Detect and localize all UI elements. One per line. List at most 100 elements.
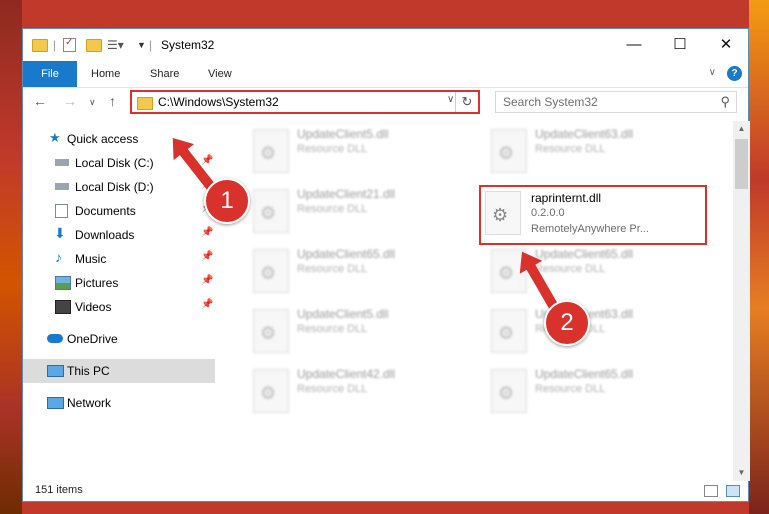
maximize-button[interactable]: ☐	[657, 29, 703, 61]
file-version: 0.2.0.0	[531, 207, 565, 219]
desktop-background-left	[0, 0, 22, 514]
file-type: Resource DLL	[297, 383, 368, 395]
address-dropdown-icon[interactable]: ∨	[447, 94, 454, 105]
nav-label: Music	[75, 252, 107, 266]
address-bar[interactable]: C:\Windows\System32 ∨ ↻	[130, 90, 480, 114]
file-list: ⚙ UpdateClient5.dll Resource DLL ⚙ Updat…	[217, 121, 733, 477]
tab-share[interactable]: Share	[150, 61, 179, 87]
pin-icon[interactable]: 📌	[201, 155, 213, 166]
ribbon-tabs: File Home Share View ∨ ?	[23, 61, 748, 88]
details-view-icon[interactable]	[704, 485, 718, 497]
expand-ribbon-icon[interactable]: ∨	[709, 67, 716, 78]
dll-file-icon: ⚙	[491, 129, 527, 173]
nav-label: Local Disk (C:)	[75, 156, 154, 170]
status-bar: 151 items	[23, 481, 748, 503]
up-arrow-icon[interactable]: ↑	[109, 93, 116, 109]
nav-downloads[interactable]: ⬇ Downloads 📌	[23, 223, 215, 247]
help-icon[interactable]: ?	[727, 66, 742, 81]
dll-file-icon: ⚙	[253, 189, 289, 233]
nav-label: Downloads	[75, 228, 135, 242]
tab-home[interactable]: Home	[91, 61, 120, 87]
navigation-pane: ★ Quick access Local Disk (C:) 📌 Local D…	[23, 121, 215, 481]
drive-icon	[55, 183, 69, 190]
vertical-scrollbar[interactable]: ▲ ▼	[733, 121, 750, 481]
pin-icon[interactable]: 📌	[201, 275, 213, 286]
search-input[interactable]: Search System32	[503, 95, 598, 109]
nav-pictures[interactable]: Pictures 📌	[23, 271, 215, 295]
drive-icon	[55, 159, 69, 166]
navigation-bar: ← → ∨ ↑ C:\Windows\System32 ∨ ↻ Search S…	[23, 88, 748, 118]
file-type: Resource DLL	[297, 263, 368, 275]
nav-label: This PC	[67, 364, 110, 378]
nav-onedrive[interactable]: OneDrive	[23, 327, 215, 351]
nav-documents[interactable]: Documents 📌	[23, 199, 215, 223]
nav-label: Local Disk (D:)	[75, 180, 154, 194]
tab-view[interactable]: View	[208, 61, 232, 87]
back-arrow-icon[interactable]: ←	[33, 93, 47, 109]
file-type: Resource DLL	[535, 383, 606, 395]
onedrive-cloud-icon	[47, 334, 63, 343]
file-item[interactable]: ⚙ UpdateClient42.dll Resource DLL	[245, 363, 465, 419]
forward-arrow-icon[interactable]: →	[63, 93, 77, 109]
address-path[interactable]: C:\Windows\System32	[158, 95, 279, 109]
title-bar: | ✓ ☰▾ ▼ | System32 — ☐ ✕	[23, 29, 748, 61]
file-item[interactable]: ⚙ UpdateClient65.dll Resource DLL	[245, 243, 465, 299]
step-badge-1: 1	[204, 178, 250, 224]
customize-qa-icon[interactable]: ☰▾	[107, 37, 124, 53]
file-name: raprinternt.dll	[531, 191, 602, 205]
file-name: UpdateClient21.dll	[297, 187, 396, 201]
dll-file-icon: ⚙	[253, 129, 289, 173]
pin-icon[interactable]: 📌	[201, 299, 213, 310]
file-item[interactable]: ⚙ UpdateClient63.dll Resource DLL	[483, 123, 703, 179]
file-name: UpdateClient42.dll	[297, 367, 396, 381]
qa-dropdown-icon[interactable]: ▼	[137, 37, 146, 53]
nav-label: OneDrive	[67, 332, 118, 346]
file-type: Resource DLL	[297, 203, 368, 215]
nav-label: Network	[67, 396, 112, 410]
nav-network[interactable]: Network	[23, 391, 215, 415]
network-icon	[47, 397, 64, 409]
step-badge-2: 2	[544, 300, 590, 346]
search-icon[interactable]: ⚲	[720, 94, 730, 110]
scroll-thumb[interactable]	[735, 139, 748, 189]
scroll-down-icon[interactable]: ▼	[733, 465, 750, 481]
nav-label: Pictures	[75, 276, 119, 290]
videos-icon	[55, 300, 71, 314]
file-item[interactable]: ⚙ UpdateClient65.dll Resource DLL	[483, 363, 703, 419]
close-button[interactable]: ✕	[703, 29, 749, 61]
file-item[interactable]: ⚙ UpdateClient5.dll Resource DLL	[245, 123, 465, 179]
dll-file-icon: ⚙	[491, 369, 527, 413]
documents-icon	[55, 204, 68, 218]
qa-separator: |	[53, 38, 57, 52]
file-item[interactable]: ⚙ UpdateClient65.dll Resource DLL	[483, 243, 703, 299]
refresh-icon[interactable]: ↻	[455, 92, 478, 112]
dll-file-icon: ⚙	[491, 309, 527, 353]
downloads-icon: ⬇	[54, 225, 66, 241]
properties-icon[interactable]: ✓	[63, 37, 76, 53]
scroll-up-icon[interactable]: ▲	[733, 121, 750, 137]
new-folder-icon[interactable]	[86, 37, 102, 53]
search-box[interactable]: Search System32 ⚲	[495, 91, 737, 113]
large-icons-view-icon[interactable]	[726, 485, 740, 497]
file-item[interactable]: ⚙ UpdateClient5.dll Resource DLL	[245, 303, 465, 359]
file-item[interactable]: ⚙ UpdateClient63.dll Resource DLL	[483, 303, 703, 359]
window-folder-icon	[32, 37, 48, 53]
music-icon: ♪	[55, 249, 62, 265]
pin-icon[interactable]: 📌	[201, 227, 213, 238]
tab-file[interactable]: File	[23, 61, 77, 87]
dll-file-icon: ⚙	[485, 191, 521, 235]
nav-this-pc[interactable]: This PC	[23, 359, 215, 383]
nav-videos[interactable]: Videos 📌	[23, 295, 215, 319]
file-item[interactable]: ⚙ UpdateClient21.dll Resource DLL	[245, 183, 465, 239]
file-name: UpdateClient65.dll	[535, 247, 634, 261]
file-item-raprinternt[interactable]: ⚙ raprinternt.dll 0.2.0.0 RemotelyAnywhe…	[479, 185, 707, 245]
pin-icon[interactable]: 📌	[201, 251, 213, 262]
minimize-button[interactable]: —	[611, 29, 657, 61]
file-type: Resource DLL	[535, 263, 606, 275]
file-name: UpdateClient5.dll	[297, 307, 389, 321]
nav-music[interactable]: ♪ Music 📌	[23, 247, 215, 271]
recent-locations-icon[interactable]: ∨	[89, 97, 96, 108]
star-icon: ★	[49, 130, 61, 145]
nav-local-disk-d[interactable]: Local Disk (D:) 📌	[23, 175, 215, 199]
item-count: 151 items	[35, 484, 83, 496]
